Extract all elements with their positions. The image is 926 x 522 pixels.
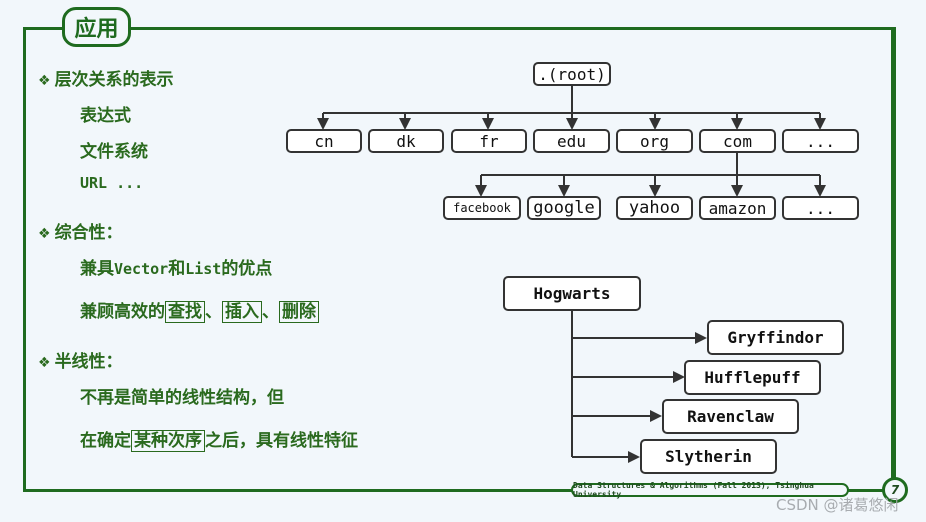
tree-node: ...	[782, 196, 859, 220]
tree-node: Slytherin	[640, 439, 777, 474]
tree-node: Ravenclaw	[662, 399, 799, 434]
tree-connectors	[317, 84, 826, 463]
watermark: CSDN @诸葛悠闲	[776, 496, 899, 514]
tree-node: cn	[286, 129, 362, 153]
tree-node: google	[527, 196, 601, 220]
tree-node: Gryffindor	[707, 320, 844, 355]
tree-node-root: Hogwarts	[503, 276, 641, 311]
tree-node: facebook	[443, 196, 521, 220]
tree-node: org	[616, 129, 693, 153]
tree-node: edu	[533, 129, 610, 153]
tree-node: fr	[451, 129, 527, 153]
tree-node: dk	[368, 129, 444, 153]
tree-node: yahoo	[616, 196, 693, 220]
tree-node: Hufflepuff	[684, 360, 821, 395]
tree-node: com	[699, 129, 776, 153]
tree-node-root: .(root)	[533, 62, 611, 86]
tree-node: amazon	[699, 196, 776, 220]
tree-node: ...	[782, 129, 859, 153]
